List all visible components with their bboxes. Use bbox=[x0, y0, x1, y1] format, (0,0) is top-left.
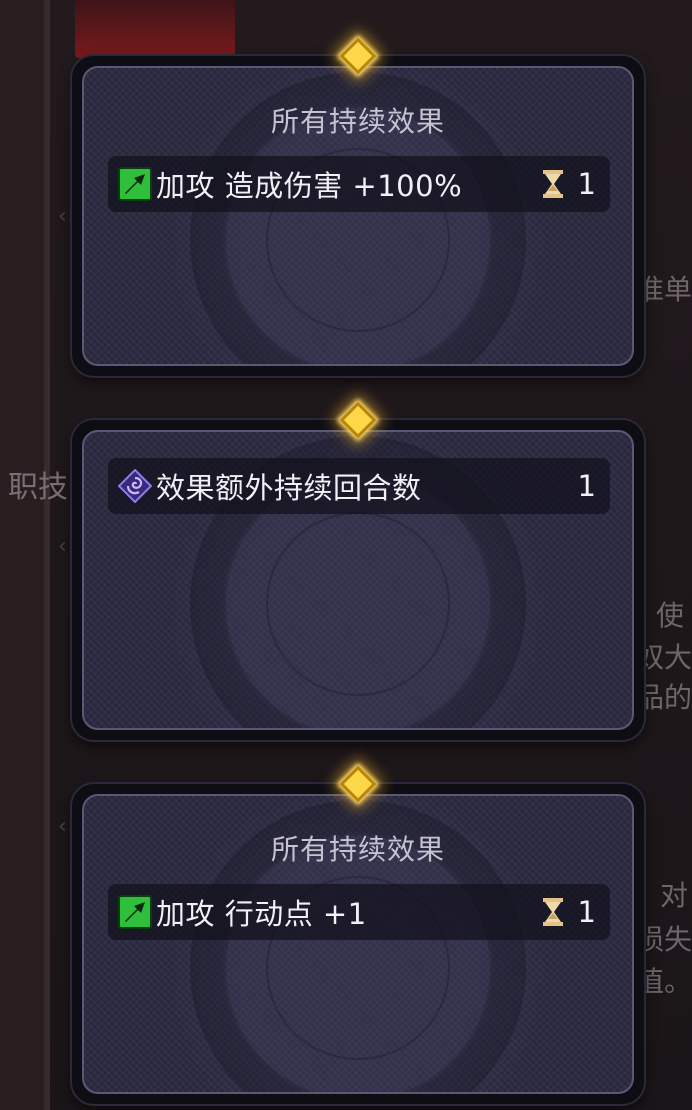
duration-value: 1 bbox=[577, 895, 596, 929]
chevron-left-icon: ‹ bbox=[58, 814, 67, 839]
chevron-left-icon: ‹ bbox=[58, 534, 67, 559]
attack-up-icon bbox=[118, 167, 152, 201]
effect-card-3[interactable]: 所有持续效果 加攻 行动点 +1 1 bbox=[72, 765, 644, 1104]
background-text-5: 对 bbox=[659, 879, 688, 912]
effect-row[interactable]: 效果额外持续回合数 1 bbox=[108, 458, 610, 514]
effect-text: 加攻 行动点 +1 bbox=[156, 897, 367, 931]
effect-text: 加攻 造成伤害 +100% bbox=[156, 169, 463, 203]
effect-card-2[interactable]: 效果额外持续回合数 1 bbox=[72, 401, 644, 740]
background-sidebar-edge bbox=[44, 0, 50, 1110]
background-portrait bbox=[75, 0, 235, 58]
duration-value: 1 bbox=[577, 167, 596, 201]
effect-card-1[interactable]: 所有持续效果 加攻 造成伤害 +100% 1 bbox=[72, 37, 644, 376]
background-text-4: 品的 bbox=[635, 681, 692, 714]
background-text-2: 使 bbox=[655, 599, 684, 632]
card-panel: 所有持续效果 加攻 行动点 +1 1 bbox=[82, 794, 634, 1094]
hourglass-icon bbox=[542, 898, 563, 926]
background-side-text: 职技 bbox=[8, 470, 68, 505]
card-title: 所有持续效果 bbox=[270, 833, 445, 866]
gold-diamond-icon bbox=[339, 401, 377, 439]
card-title: 所有持续效果 bbox=[270, 105, 445, 138]
attack-up-icon bbox=[118, 895, 152, 929]
hourglass-icon bbox=[542, 170, 563, 198]
purple-swirl-icon bbox=[118, 469, 152, 503]
background-text-1: 准单 bbox=[635, 273, 692, 306]
background-sidebar bbox=[0, 0, 48, 1110]
card-panel: 效果额外持续回合数 1 bbox=[82, 430, 634, 730]
chevron-left-icon: ‹ bbox=[58, 204, 67, 229]
effect-row[interactable]: 加攻 造成伤害 +100% 1 bbox=[108, 156, 610, 212]
gold-diamond-icon bbox=[339, 765, 377, 803]
gold-diamond-icon bbox=[339, 37, 377, 75]
background-text-3: 奴大 bbox=[635, 641, 692, 674]
effect-row[interactable]: 加攻 行动点 +1 1 bbox=[108, 884, 610, 940]
background-text-6: 损失 bbox=[635, 923, 692, 956]
effect-text: 效果额外持续回合数 bbox=[156, 471, 422, 505]
extra-turns-value: 1 bbox=[577, 469, 596, 503]
background-text-7: 值。 bbox=[635, 965, 692, 998]
card-panel: 所有持续效果 加攻 造成伤害 +100% 1 bbox=[82, 66, 634, 366]
